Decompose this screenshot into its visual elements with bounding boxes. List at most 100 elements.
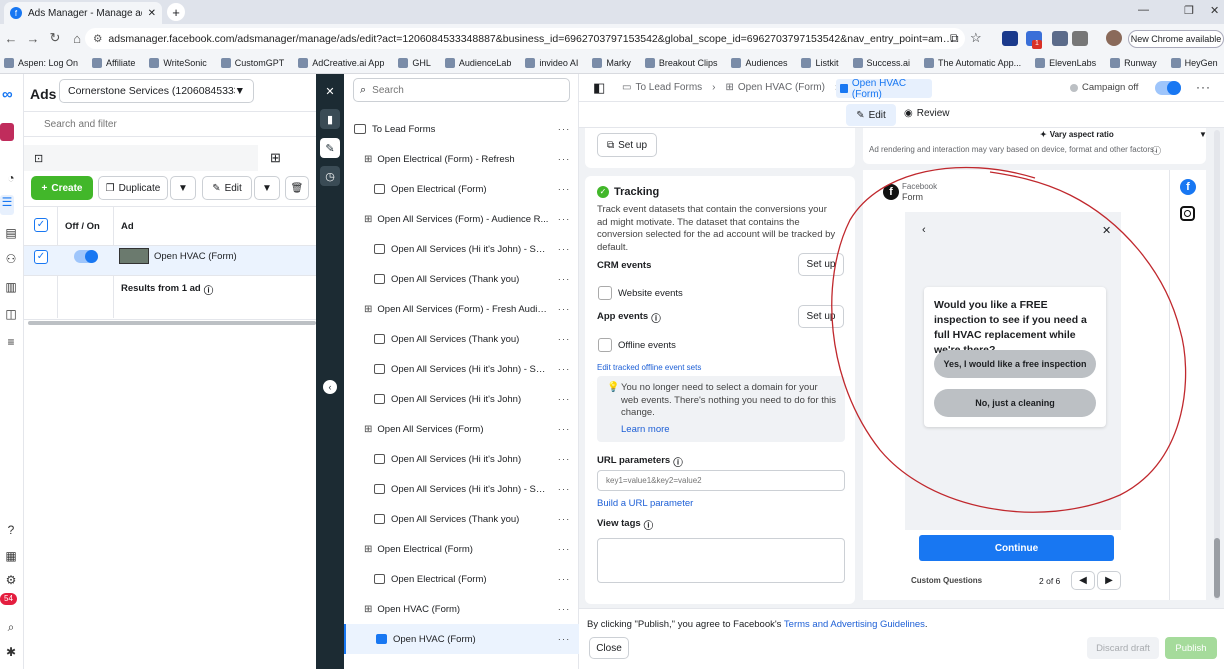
analytics-icon[interactable]: ◫ <box>2 307 20 321</box>
duplicate-button[interactable]: ❐ Duplicate <box>98 176 168 200</box>
tree-item[interactable]: Open HVAC (Form) ··· <box>344 624 579 654</box>
bookmark-star-icon[interactable]: ☆ <box>970 30 982 46</box>
close-window-icon[interactable]: ✕ <box>1210 4 1219 17</box>
edit-offline-link[interactable]: Edit tracked offline event sets <box>597 363 701 372</box>
chart-icon[interactable]: ▮ <box>320 109 340 129</box>
search-icon[interactable]: ⌕ <box>2 620 20 634</box>
bookmark-item[interactable]: AudienceLab <box>444 57 511 68</box>
tree-item[interactable]: ⊞ Open Electrical (Form) - Refresh ··· <box>344 144 579 174</box>
select-all-checkbox[interactable]: ✓ <box>34 218 48 232</box>
notes-icon[interactable]: ▦ <box>2 549 20 563</box>
history-icon[interactable]: ◷ <box>320 166 340 186</box>
tree-item[interactable]: ⊞ Open All Services (Form) ··· <box>344 414 579 444</box>
bookmark-item[interactable]: invideo AI <box>525 57 578 68</box>
menu-icon[interactable]: ≡ <box>2 335 20 349</box>
more-icon[interactable]: ··· <box>549 544 579 555</box>
share-icon[interactable]: ⧉ <box>950 31 959 46</box>
site-info-icon[interactable]: ⚙ <box>93 33 102 45</box>
edit-button[interactable]: ✎ Edit <box>202 176 252 200</box>
create-button[interactable]: + Create <box>31 176 93 200</box>
tree-item[interactable]: Open All Services (Hi it's John) - Su...… <box>344 234 579 264</box>
more-icon[interactable]: ··· <box>549 424 579 435</box>
url-params-input[interactable] <box>606 476 836 485</box>
more-icon[interactable]: ··· <box>549 334 579 345</box>
bookmark-item[interactable]: AdCreative.ai App <box>298 57 384 68</box>
tree-search-input[interactable] <box>372 84 553 96</box>
discard-draft-button[interactable]: Discard draft <box>1087 637 1159 659</box>
meta-logo-icon[interactable]: ∞ <box>2 86 13 103</box>
prev-preview-button[interactable]: ◀ <box>1071 571 1095 590</box>
grid-view-icon[interactable]: ⊞ <box>270 150 281 166</box>
bookmark-item[interactable]: The Automatic App... <box>924 57 1021 68</box>
overview-icon[interactable]: ◔ <box>2 171 20 185</box>
maximize-icon[interactable]: ❐ <box>1184 4 1194 17</box>
bookmark-item[interactable]: Audiences <box>731 57 787 68</box>
next-preview-button[interactable]: ▶ <box>1097 571 1121 590</box>
bookmark-item[interactable]: HeyGen <box>1170 57 1218 68</box>
bookmark-item[interactable]: Affiliate <box>92 57 135 68</box>
more-icon[interactable]: ··· <box>549 214 579 225</box>
address-bar[interactable]: ⚙ adsmanager.facebook.com/adsmanager/man… <box>85 28 965 49</box>
bug-icon[interactable]: ✱ <box>2 645 20 659</box>
extension-icon[interactable] <box>1052 31 1068 46</box>
more-icon[interactable]: ··· <box>549 364 579 375</box>
tree-item[interactable]: Open Electrical (Form) ··· <box>344 564 579 594</box>
tree-item[interactable]: ⊞ Open Electrical (Form) ··· <box>344 534 579 564</box>
help-icon[interactable]: ? <box>2 523 20 537</box>
more-icon[interactable]: ··· <box>549 514 579 525</box>
vary-aspect-toggle[interactable]: ✦ Vary aspect ratio <box>1040 130 1114 139</box>
new-chrome-button[interactable]: New Chrome available <box>1128 30 1224 48</box>
ad-toggle[interactable] <box>74 250 98 263</box>
tree-item[interactable]: ⊞ Open All Services (Form) - Audience R..… <box>344 204 579 234</box>
search-filter-input[interactable] <box>44 118 294 130</box>
more-icon[interactable]: ··· <box>549 634 579 645</box>
tab-edit[interactable]: ✎ Edit <box>846 104 896 126</box>
view-tags-input[interactable] <box>597 538 845 583</box>
ad-name[interactable]: Open HVAC (Form) <box>154 251 237 262</box>
extension-icon[interactable] <box>1002 31 1018 46</box>
offline-events-checkbox[interactable] <box>598 338 612 352</box>
duplicate-dropdown[interactable]: ▼ <box>170 176 196 200</box>
tree-item[interactable]: ⊞ Open All Services (Form) - Fresh Audie.… <box>344 294 579 324</box>
more-icon[interactable]: ··· <box>549 244 579 255</box>
breadcrumb-adset[interactable]: Open HVAC (Form) <box>738 82 825 93</box>
bookmark-item[interactable]: Success.ai <box>852 57 910 68</box>
browser-tab[interactable]: f Ads Manager - Manage ads - A ✕ <box>4 2 162 24</box>
account-avatar[interactable] <box>0 123 14 141</box>
chevron-down-icon[interactable]: ▼ <box>1199 130 1207 139</box>
continue-button[interactable]: Continue <box>919 535 1114 561</box>
profile-avatar[interactable] <box>1106 30 1122 46</box>
more-icon[interactable]: ··· <box>549 184 579 195</box>
bookmark-item[interactable]: GHL <box>398 57 431 68</box>
set-up-button[interactable]: ⧉ Set up <box>597 133 657 157</box>
build-url-link[interactable]: Build a URL parameter <box>597 498 693 509</box>
breadcrumb-campaign[interactable]: To Lead Forms <box>635 82 702 93</box>
campaigns-icon[interactable]: ☰ <box>0 195 14 215</box>
back-icon[interactable]: ← <box>0 31 22 46</box>
col-header-ad[interactable]: Ad <box>121 221 134 232</box>
more-icon[interactable]: ··· <box>549 124 579 135</box>
learn-more-link[interactable]: Learn more <box>621 424 670 435</box>
collapse-tree-icon[interactable]: ‹ <box>323 380 337 394</box>
tree-item[interactable]: Open All Services (Thank you) ··· <box>344 504 579 534</box>
tree-item[interactable]: Open All Services (Thank you) ··· <box>344 264 579 294</box>
vertical-scrollbar[interactable] <box>1214 130 1220 600</box>
tree-item[interactable]: Open All Services (Hi it's John) - Su...… <box>344 354 579 384</box>
website-events-checkbox[interactable] <box>598 286 612 300</box>
edit-pencil-icon[interactable]: ✎ <box>320 138 340 158</box>
tree-item[interactable]: Open All Services (Hi it's John) ··· <box>344 384 579 414</box>
tree-item[interactable]: Open Electrical (Form) ··· <box>344 174 579 204</box>
minimize-icon[interactable]: — <box>1138 4 1149 16</box>
bookmark-item[interactable]: Breakout Clips <box>644 57 717 68</box>
more-icon[interactable]: ··· <box>549 574 579 585</box>
edit-dropdown[interactable]: ▼ <box>254 176 280 200</box>
publish-button[interactable]: Publish <box>1165 637 1217 659</box>
close-button[interactable]: Close <box>589 637 629 659</box>
more-icon[interactable]: ··· <box>549 274 579 285</box>
bookmark-item[interactable]: Runway <box>1110 57 1157 68</box>
more-icon[interactable]: ··· <box>549 604 579 615</box>
reports-icon[interactable]: ▤ <box>2 226 20 240</box>
tree-item[interactable]: Open All Services (Hi it's John) ··· <box>344 444 579 474</box>
more-icon[interactable]: ··· <box>549 454 579 465</box>
billing-icon[interactable]: ▥ <box>2 280 20 294</box>
